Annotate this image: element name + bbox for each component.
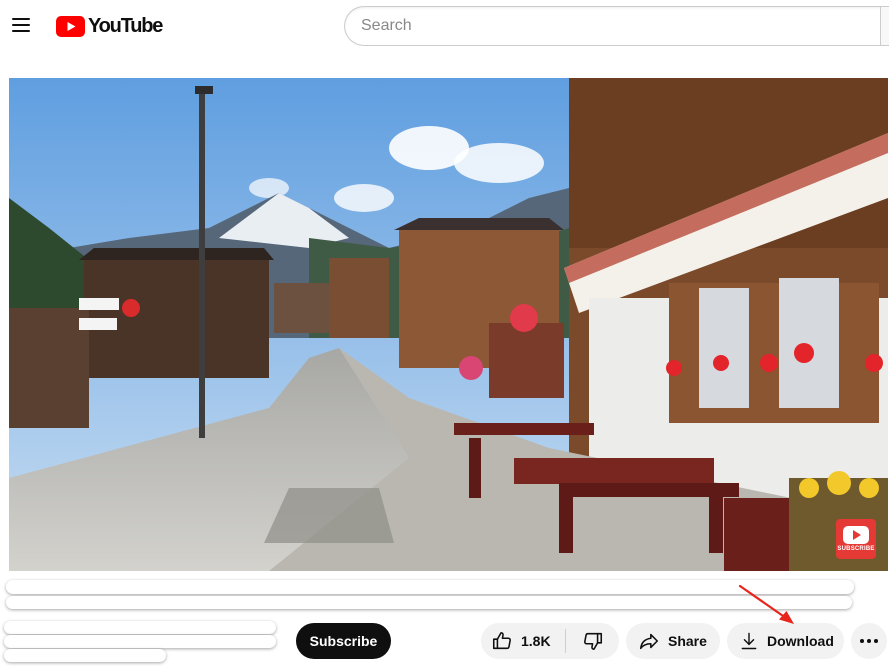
redacted-subscriber-count — [4, 649, 166, 662]
annotation-arrow-icon — [738, 584, 794, 624]
youtube-logo[interactable]: YouTube — [56, 14, 163, 38]
more-actions-button[interactable] — [851, 623, 887, 659]
redacted-title-line-2 — [6, 596, 852, 609]
subscribe-button[interactable]: Subscribe — [296, 623, 391, 659]
more-icon-dot — [867, 639, 871, 643]
download-label: Download — [767, 633, 834, 649]
share-icon — [638, 630, 660, 652]
share-button[interactable]: Share — [626, 623, 720, 659]
watermark-play-icon — [843, 526, 869, 544]
watermark-text: SUBSCRIBE — [837, 546, 875, 552]
channel-watermark[interactable]: SUBSCRIBE — [836, 519, 876, 559]
like-count: 1.8K — [521, 633, 551, 649]
search-input[interactable] — [361, 17, 884, 35]
logo-text: YouTube — [88, 14, 163, 37]
like-dislike-group: 1.8K — [481, 623, 619, 659]
more-icon-dot — [874, 639, 878, 643]
more-icon — [860, 639, 864, 643]
video-frame — [9, 78, 888, 571]
like-button[interactable]: 1.8K — [481, 623, 565, 659]
dislike-button[interactable] — [566, 623, 619, 659]
video-player[interactable]: SUBSCRIBE — [9, 78, 888, 571]
share-label: Share — [668, 633, 707, 649]
download-button[interactable]: Download — [727, 623, 844, 659]
like-icon — [491, 630, 513, 652]
search-button-edge[interactable] — [880, 6, 889, 46]
dislike-icon — [582, 630, 604, 652]
redacted-channel-name — [4, 621, 276, 634]
search-box[interactable] — [344, 6, 884, 46]
redacted-channel-meta — [4, 635, 276, 648]
menu-icon[interactable] — [6, 10, 36, 40]
redacted-title-line-1 — [6, 580, 854, 594]
youtube-logo-icon — [56, 15, 85, 37]
download-icon — [739, 631, 759, 651]
